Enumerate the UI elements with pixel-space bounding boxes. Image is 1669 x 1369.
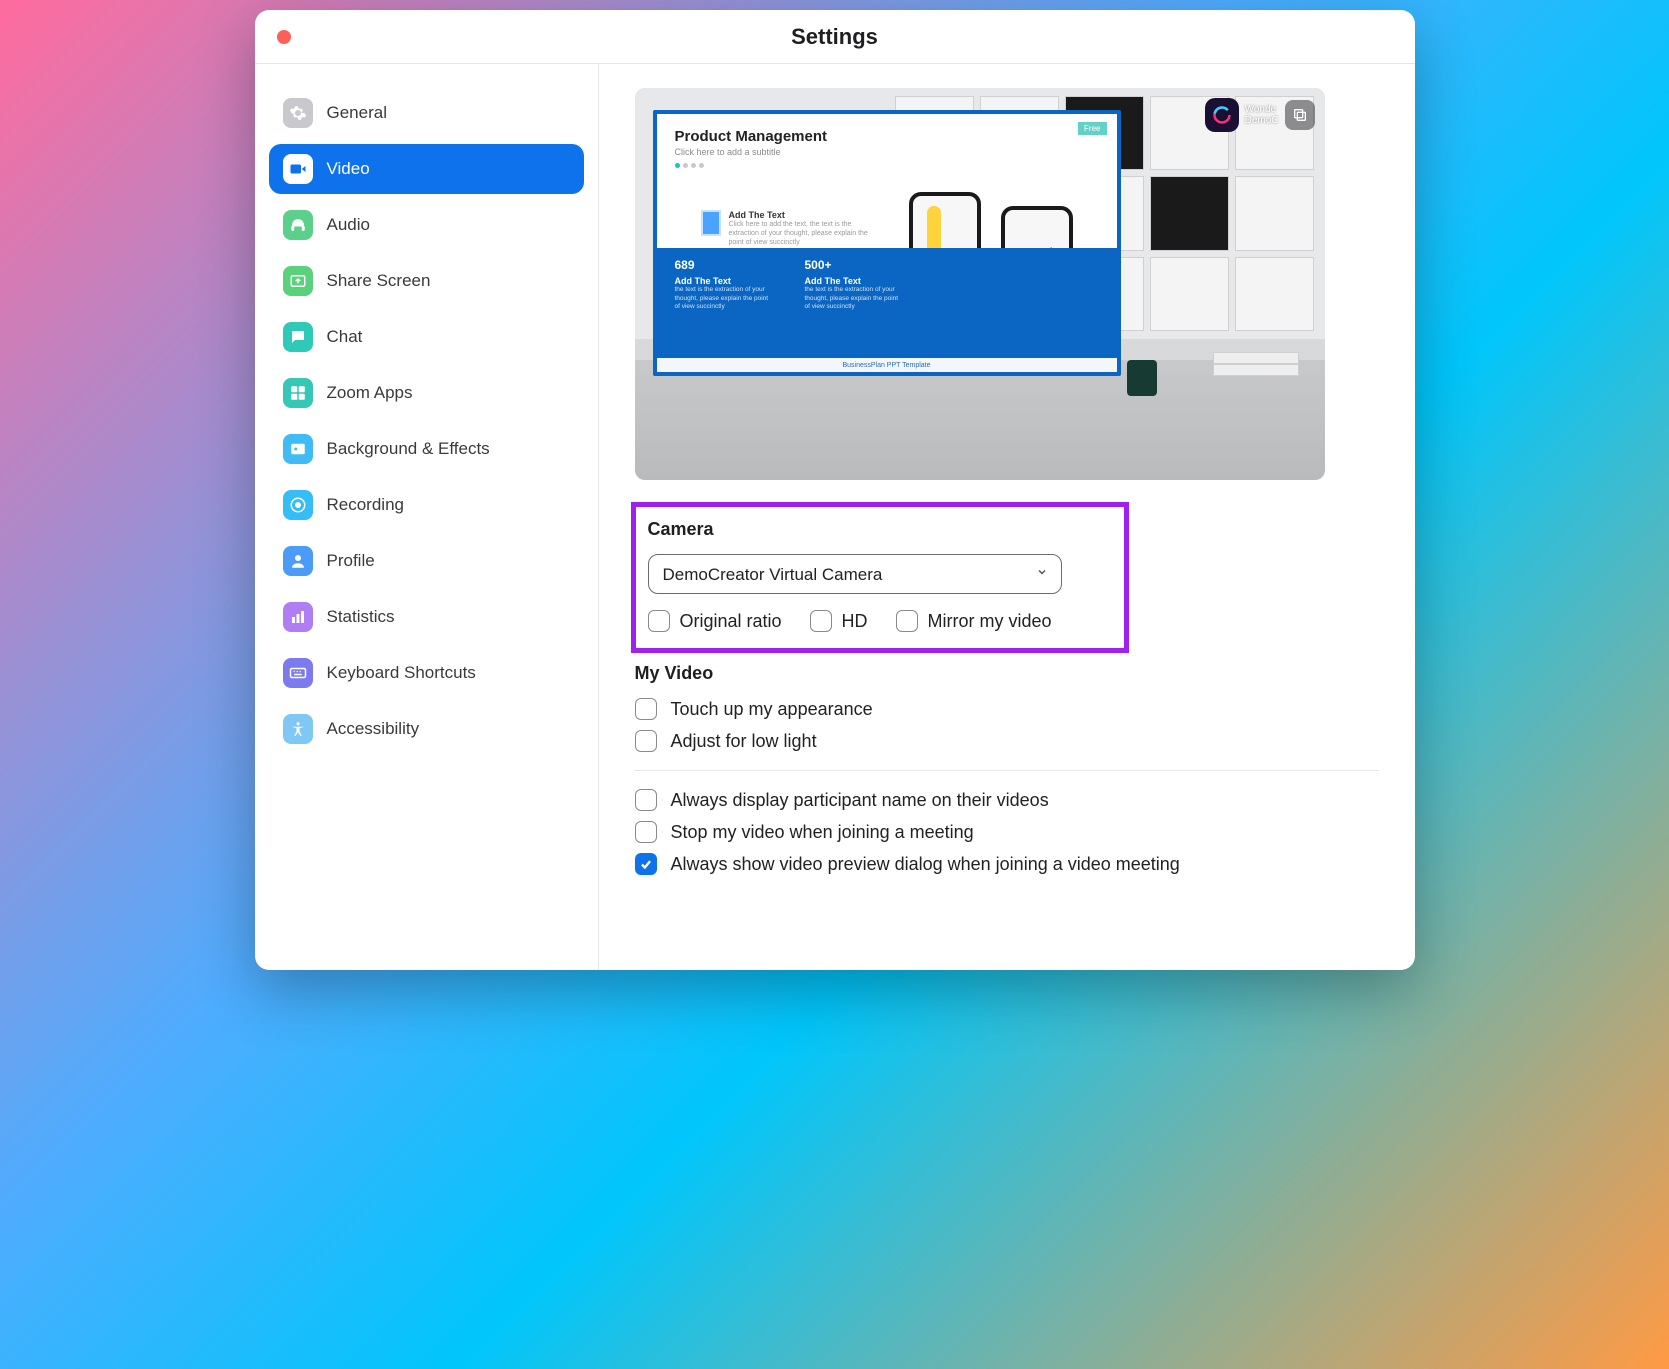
my-video-section-title: My Video bbox=[635, 663, 1379, 684]
camera-section-title: Camera bbox=[648, 519, 1112, 540]
sidebar-item-label: Video bbox=[327, 159, 370, 179]
apps-icon bbox=[283, 378, 313, 408]
video-preview: Product Management Click here to add a s… bbox=[635, 88, 1325, 480]
sidebar-item-label: Share Screen bbox=[327, 271, 431, 291]
chat-icon bbox=[283, 322, 313, 352]
display-name-checkbox[interactable] bbox=[635, 789, 657, 811]
sidebar-item-zoom-apps[interactable]: Zoom Apps bbox=[269, 368, 584, 418]
close-window-button[interactable] bbox=[277, 30, 291, 44]
free-badge: Free bbox=[1078, 122, 1106, 135]
accessibility-icon bbox=[283, 714, 313, 744]
camera-section-highlight: Camera DemoCreator Virtual Camera Origin… bbox=[631, 502, 1129, 653]
profile-icon bbox=[283, 546, 313, 576]
preview-dialog-checkbox[interactable] bbox=[635, 853, 657, 875]
mirror-label: Mirror my video bbox=[928, 611, 1052, 632]
sidebar-item-background-effects[interactable]: Background & Effects bbox=[269, 424, 584, 474]
sidebar-item-label: Chat bbox=[327, 327, 363, 347]
main-panel: Product Management Click here to add a s… bbox=[599, 64, 1415, 970]
sidebar-item-general[interactable]: General bbox=[269, 88, 584, 138]
mirror-checkbox[interactable] bbox=[896, 610, 918, 632]
camera-options-row: Original ratio HD Mirror my video bbox=[648, 610, 1112, 632]
titlebar: Settings bbox=[255, 10, 1415, 64]
gear-icon bbox=[283, 98, 313, 128]
slide-subtitle: Click here to add a subtitle bbox=[675, 147, 1099, 157]
headphones-icon bbox=[283, 210, 313, 240]
settings-window: Settings General Video Audio Share Screen Ch… bbox=[255, 10, 1415, 970]
slide-title: Product Management bbox=[675, 128, 1099, 145]
rotate-preview-button[interactable] bbox=[1285, 100, 1315, 130]
video-icon bbox=[283, 154, 313, 184]
stop-video-checkbox[interactable] bbox=[635, 821, 657, 843]
touch-up-label: Touch up my appearance bbox=[671, 699, 873, 720]
sidebar-item-label: Accessibility bbox=[327, 719, 420, 739]
touch-up-checkbox[interactable] bbox=[635, 698, 657, 720]
sidebar-item-keyboard-shortcuts[interactable]: Keyboard Shortcuts bbox=[269, 648, 584, 698]
sidebar-item-label: Profile bbox=[327, 551, 375, 571]
sidebar-item-profile[interactable]: Profile bbox=[269, 536, 584, 586]
hd-checkbox[interactable] bbox=[810, 610, 832, 632]
sidebar-item-label: Keyboard Shortcuts bbox=[327, 663, 476, 683]
low-light-label: Adjust for low light bbox=[671, 731, 817, 752]
window-title: Settings bbox=[255, 24, 1415, 50]
display-name-label: Always display participant name on their… bbox=[671, 790, 1049, 811]
sidebar-item-label: Zoom Apps bbox=[327, 383, 413, 403]
sidebar-item-label: Background & Effects bbox=[327, 439, 490, 459]
sidebar: General Video Audio Share Screen Chat Zoom Ap… bbox=[255, 64, 599, 970]
sidebar-item-chat[interactable]: Chat bbox=[269, 312, 584, 362]
sidebar-item-label: General bbox=[327, 103, 387, 123]
low-light-checkbox[interactable] bbox=[635, 730, 657, 752]
divider bbox=[635, 770, 1379, 771]
preview-dialog-label: Always show video preview dialog when jo… bbox=[671, 854, 1180, 875]
shared-screen-mock: Product Management Click here to add a s… bbox=[653, 110, 1121, 376]
window-controls bbox=[277, 30, 291, 44]
keyboard-icon bbox=[283, 658, 313, 688]
sidebar-item-accessibility[interactable]: Accessibility bbox=[269, 704, 584, 754]
original-ratio-checkbox[interactable] bbox=[648, 610, 670, 632]
stop-video-label: Stop my video when joining a meeting bbox=[671, 822, 974, 843]
democreator-logo-icon bbox=[1205, 98, 1239, 132]
camera-select[interactable]: DemoCreator Virtual Camera bbox=[648, 554, 1062, 594]
content: General Video Audio Share Screen Chat Zoom Ap… bbox=[255, 64, 1415, 970]
sidebar-item-label: Recording bbox=[327, 495, 405, 515]
preview-badge: Wonde DemoC bbox=[1205, 98, 1315, 132]
sidebar-item-statistics[interactable]: Statistics bbox=[269, 592, 584, 642]
stats-icon bbox=[283, 602, 313, 632]
sidebar-item-share-screen[interactable]: Share Screen bbox=[269, 256, 584, 306]
sidebar-item-label: Statistics bbox=[327, 607, 395, 627]
sidebar-item-video[interactable]: Video bbox=[269, 144, 584, 194]
sidebar-item-audio[interactable]: Audio bbox=[269, 200, 584, 250]
hd-label: HD bbox=[842, 611, 868, 632]
original-ratio-label: Original ratio bbox=[680, 611, 782, 632]
sidebar-item-recording[interactable]: Recording bbox=[269, 480, 584, 530]
effects-icon bbox=[283, 434, 313, 464]
share-icon bbox=[283, 266, 313, 296]
sidebar-item-label: Audio bbox=[327, 215, 370, 235]
record-icon bbox=[283, 490, 313, 520]
